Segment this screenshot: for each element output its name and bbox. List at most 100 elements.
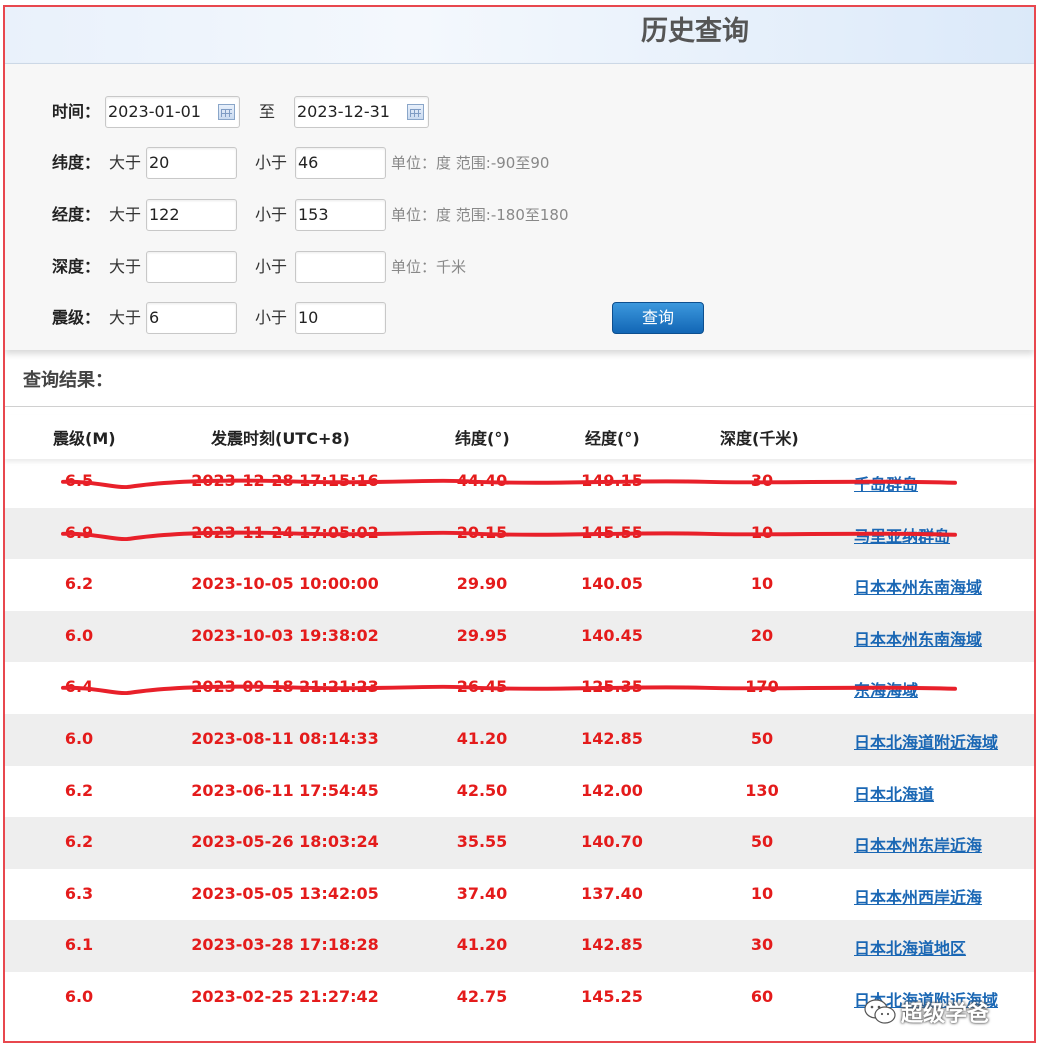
table-row: 6.3 2023-05-05 13:42:05 37.40 137.40 10 日本本州西… (5, 869, 1034, 921)
longitude-cell: 140.70 (581, 832, 643, 852)
location-link[interactable]: 日本北海道地区 (854, 935, 966, 959)
column-header-magnitude: 震级(M) (53, 429, 116, 448)
latitude-min-input[interactable]: 20 (146, 147, 237, 179)
longitude-cell: 142.85 (581, 935, 643, 955)
column-header-longitude: 经度(°) (585, 429, 640, 448)
latitude-cell: 42.75 (456, 986, 508, 1006)
location-link[interactable]: 东海海域 (854, 677, 918, 701)
longitude-cell: 145.55 (581, 522, 643, 542)
depth-label: 深度： (52, 257, 101, 276)
less-than-label: 小于 (255, 205, 288, 224)
latitude-cell: 26.45 (456, 677, 508, 697)
results-label: 查询结果： (23, 370, 113, 391)
time-cell: 2023-10-05 10:00:00 (191, 574, 379, 594)
magnitude-min-input[interactable]: 6 (146, 302, 237, 334)
latitude-cell: 41.20 (456, 935, 508, 955)
latitude-cell: 42.50 (456, 780, 508, 800)
longitude-max-input[interactable]: 153 (295, 199, 386, 231)
longitude-row: 经度： 大于 122 小于 153 单位：度 范围:-180至180 (5, 198, 1034, 234)
less-than-label: 小于 (255, 257, 288, 276)
latitude-cell: 41.20 (456, 728, 508, 748)
location-link[interactable]: 千岛群岛 (854, 471, 918, 495)
location-link[interactable]: 日本本州东南海域 (854, 574, 982, 598)
latitude-hint: 单位：度 范围:-90至90 (391, 154, 550, 172)
table-row: 6.2 2023-10-05 10:00:00 29.90 140.05 10 日本本州东… (5, 559, 1034, 611)
end-date-field[interactable]: 2023-12-31 (294, 96, 429, 128)
location-link[interactable]: 日本本州西岸近海 (854, 884, 982, 908)
latitude-cell: 37.40 (456, 883, 508, 903)
table-row: 6.0 2023-10-03 19:38:02 29.95 140.45 20 日本本州东… (5, 610, 1034, 663)
latitude-label: 纬度： (52, 153, 101, 172)
time-label: 时间： (52, 102, 101, 121)
depth-min-input[interactable] (146, 251, 237, 283)
time-cell: 2023-12-28 17:15:16 (191, 471, 379, 490)
latitude-max-input[interactable]: 46 (295, 147, 386, 179)
latitude-cell: 35.55 (456, 832, 508, 852)
longitude-min-input[interactable]: 122 (146, 199, 237, 231)
magnitude-cell: 6.2 (64, 832, 94, 852)
start-date-value: 2023-01-01 (108, 102, 201, 121)
magnitude-max-input[interactable]: 10 (295, 302, 386, 334)
table-row: 6.4 2023-09-18 21:21:23 26.45 125.35 170 东海海域 (5, 662, 1034, 714)
time-row: 时间： 2023-01-01 至 2023-12-31 (5, 95, 1034, 131)
magnitude-cell: 6.0 (64, 986, 94, 1006)
greater-than-label: 大于 (109, 153, 142, 172)
longitude-cell: 142.85 (581, 728, 643, 748)
results-table: 6.5 2023-12-28 17:15:16 44.40 149.15 30 千岛群岛 6… (5, 456, 1034, 1024)
less-than-label: 小于 (255, 153, 288, 172)
magnitude-cell: 6.4 (64, 677, 94, 697)
search-button[interactable]: 查询 (612, 302, 704, 334)
magnitude-cell: 6.0 (64, 728, 94, 748)
time-cell: 2023-11-24 17:05:02 (191, 522, 379, 542)
longitude-cell: 125.35 (581, 677, 643, 697)
depth-cell: 60 (750, 986, 774, 1006)
calendar-icon[interactable] (218, 104, 235, 120)
time-cell: 2023-10-03 19:38:02 (191, 625, 379, 645)
depth-cell: 170 (745, 677, 779, 697)
latitude-row: 纬度： 大于 20 小于 46 单位：度 范围:-90至90 (5, 146, 1034, 182)
location-link[interactable]: 日本北海道 (854, 781, 934, 805)
magnitude-row: 震级： 大于 6 小于 10 (5, 301, 1034, 337)
time-cell: 2023-05-05 13:42:05 (191, 883, 379, 903)
column-header-time: 发震时刻(UTC+8) (211, 429, 350, 448)
location-link[interactable]: 马里亚纳群岛 (854, 523, 950, 547)
magnitude-cell: 6.3 (64, 883, 94, 903)
time-cell: 2023-08-11 08:14:33 (191, 728, 379, 748)
greater-than-label: 大于 (109, 308, 142, 327)
column-header-latitude: 纬度(°) (455, 429, 510, 448)
table-row: 6.0 2023-08-11 08:14:33 41.20 142.85 50 日本北海道… (5, 713, 1034, 766)
watermark-text: 超级学爸 (901, 1002, 990, 1027)
table-row: 6.2 2023-06-11 17:54:45 42.50 142.00 130 日本北海… (5, 766, 1034, 818)
longitude-cell: 137.40 (581, 883, 643, 903)
time-cell: 2023-02-25 21:27:42 (191, 986, 379, 1006)
calendar-icon[interactable] (407, 104, 424, 120)
longitude-cell: 140.05 (581, 574, 643, 594)
depth-cell: 30 (750, 935, 774, 955)
magnitude-label: 震级： (52, 308, 101, 327)
table-header: 震级(M) 发震时刻(UTC+8) 纬度(°) 经度(°) 深度(千米) (5, 415, 1034, 459)
start-date-field[interactable]: 2023-01-01 (105, 96, 240, 128)
depth-cell: 130 (745, 780, 779, 800)
location-link[interactable]: 日本本州东南海域 (854, 626, 982, 650)
end-date-value: 2023-12-31 (297, 102, 390, 121)
longitude-cell: 145.25 (581, 986, 643, 1006)
latitude-cell: 44.40 (456, 471, 508, 490)
time-cell: 2023-03-28 17:18:28 (191, 935, 379, 955)
location-link[interactable]: 日本本州东岸近海 (854, 832, 982, 856)
latitude-cell: 29.90 (456, 574, 508, 594)
depth-max-input[interactable] (295, 251, 386, 283)
table-row: 6.9 2023-11-24 17:05:02 20.15 145.55 10 马里亚纳群… (5, 507, 1034, 560)
depth-cell: 50 (750, 728, 774, 748)
column-header-depth: 深度(千米) (720, 429, 799, 448)
latitude-cell: 20.15 (456, 522, 508, 542)
latitude-cell: 29.95 (456, 625, 508, 645)
to-label: 至 (259, 102, 276, 121)
time-cell: 2023-06-11 17:54:45 (191, 780, 379, 800)
location-link[interactable]: 日本北海道附近海域 (854, 729, 998, 753)
longitude-cell: 140.45 (581, 625, 643, 645)
depth-cell: 10 (750, 883, 774, 903)
depth-cell: 10 (750, 574, 774, 594)
greater-than-label: 大于 (109, 257, 142, 276)
divider (5, 406, 1034, 407)
longitude-hint: 单位：度 范围:-180至180 (391, 206, 569, 224)
